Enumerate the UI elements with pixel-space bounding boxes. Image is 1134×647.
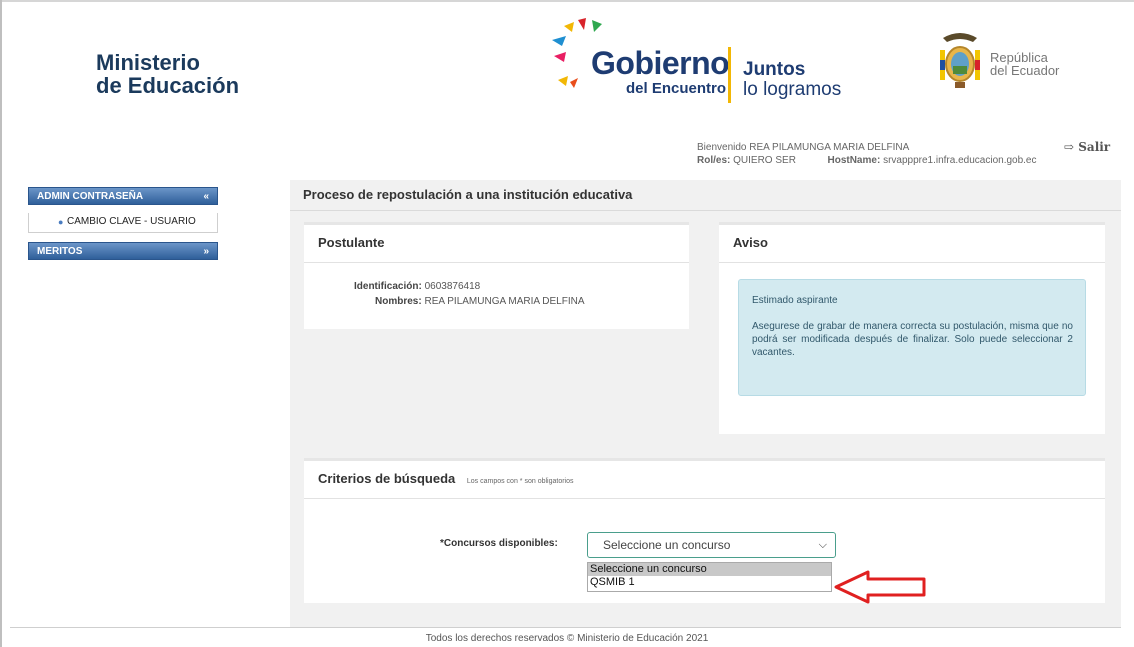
aviso-greeting: Estimado aspirante	[752, 295, 838, 306]
gobierno-title: Gobierno	[591, 45, 730, 81]
sidebar-item-cambio-clave[interactable]: ● CAMBIO CLAVE - USUARIO	[28, 213, 218, 233]
aviso-message: Asegurese de grabar de manera correcta s…	[752, 321, 1073, 358]
juntos-slogan: Juntos lo logramos	[743, 60, 841, 100]
concursos-label: *Concursos disponibles:	[440, 538, 558, 549]
required-note: Los campos con * son obligatorios	[466, 478, 574, 485]
logo-divider	[728, 47, 731, 103]
republica-logo-text: República del Ecuador	[990, 51, 1059, 77]
window-left-border	[0, 0, 2, 647]
aviso-title: Aviso	[719, 225, 1105, 263]
criterios-title: Criterios de búsqueda	[318, 471, 456, 486]
identificacion-row: Identificación: 0603876418	[354, 281, 480, 292]
hostname-value: srvapppre1.infra.educacion.gob.ec	[883, 155, 1037, 166]
logout-icon: ⇨	[1064, 140, 1075, 154]
window-top-border	[0, 0, 1134, 2]
bullet-icon: ●	[58, 217, 64, 227]
dropdown-option[interactable]: Seleccione un concurso	[588, 563, 831, 576]
logout-link[interactable]: ⇨ Salir	[1064, 140, 1110, 154]
concurso-select[interactable]: Seleccione un concurso ⌵	[587, 532, 836, 558]
nombres-label: Nombres:	[375, 296, 422, 307]
footer-text: Todos los derechos reservados © Minister…	[425, 633, 709, 644]
sidebar-section-label: MERITOS	[37, 246, 83, 257]
chevron-down-icon: ⌵	[818, 539, 827, 551]
chevron-down-icon: »	[203, 246, 209, 257]
chevron-up-icon: «	[203, 191, 209, 202]
title-divider	[290, 210, 1121, 211]
roles-label: Rol/es:	[697, 155, 731, 166]
welcome-text: Bienvenido REA PILAMUNGA MARIA DELFINA	[697, 142, 910, 153]
criterios-header: Criterios de búsqueda Los campos con * s…	[304, 461, 1105, 499]
roles-value: QUIERO SER	[733, 155, 796, 166]
roles-line: Rol/es: QUIERO SER HostName: srvapppre1.…	[697, 154, 1037, 167]
select-value: Seleccione un concurso	[603, 538, 731, 552]
hostname-label: HostName:	[827, 155, 881, 166]
ministerio-line1: Ministerio	[96, 50, 200, 75]
identificacion-value: 0603876418	[424, 281, 481, 292]
concurso-dropdown-list: Seleccione un concurso QSMIB 1	[587, 562, 832, 592]
aviso-alert: Estimado aspirante Asegurese de grabar d…	[738, 279, 1086, 396]
sidebar-section-meritos[interactable]: MERITOS »	[28, 242, 218, 260]
red-arrow-icon	[834, 570, 926, 604]
footer-divider	[10, 627, 1121, 628]
coat-of-arms-icon	[940, 33, 980, 88]
nombres-row: Nombres: REA PILAMUNGA MARIA DELFINA	[375, 296, 585, 307]
juntos-line2: lo logramos	[743, 79, 842, 100]
ministerio-logo: Ministerio de Educación	[96, 51, 239, 97]
dropdown-option[interactable]: QSMIB 1	[588, 576, 831, 589]
identificacion-label: Identificación:	[354, 281, 422, 292]
sidebar-item-label: CAMBIO CLAVE - USUARIO	[67, 216, 196, 227]
logout-label: Salir	[1078, 140, 1111, 154]
postulante-panel: Postulante	[304, 222, 689, 329]
juntos-line1: Juntos	[743, 59, 806, 80]
nombres-value: REA PILAMUNGA MARIA DELFINA	[424, 296, 585, 307]
ministerio-line2: de Educación	[96, 73, 240, 98]
user-info: Bienvenido REA PILAMUNGA MARIA DELFINA R…	[697, 141, 1037, 167]
sidebar-section-admin-contrasena[interactable]: ADMIN CONTRASEÑA «	[28, 187, 218, 205]
page-title: Proceso de repostulación a una instituci…	[303, 187, 633, 202]
postulante-title: Postulante	[304, 225, 689, 263]
republica-line2: del Ecuador	[990, 63, 1060, 78]
sidebar-section-label: ADMIN CONTRASEÑA	[37, 191, 144, 202]
gobierno-subtitle: del Encuentro	[626, 80, 727, 97]
